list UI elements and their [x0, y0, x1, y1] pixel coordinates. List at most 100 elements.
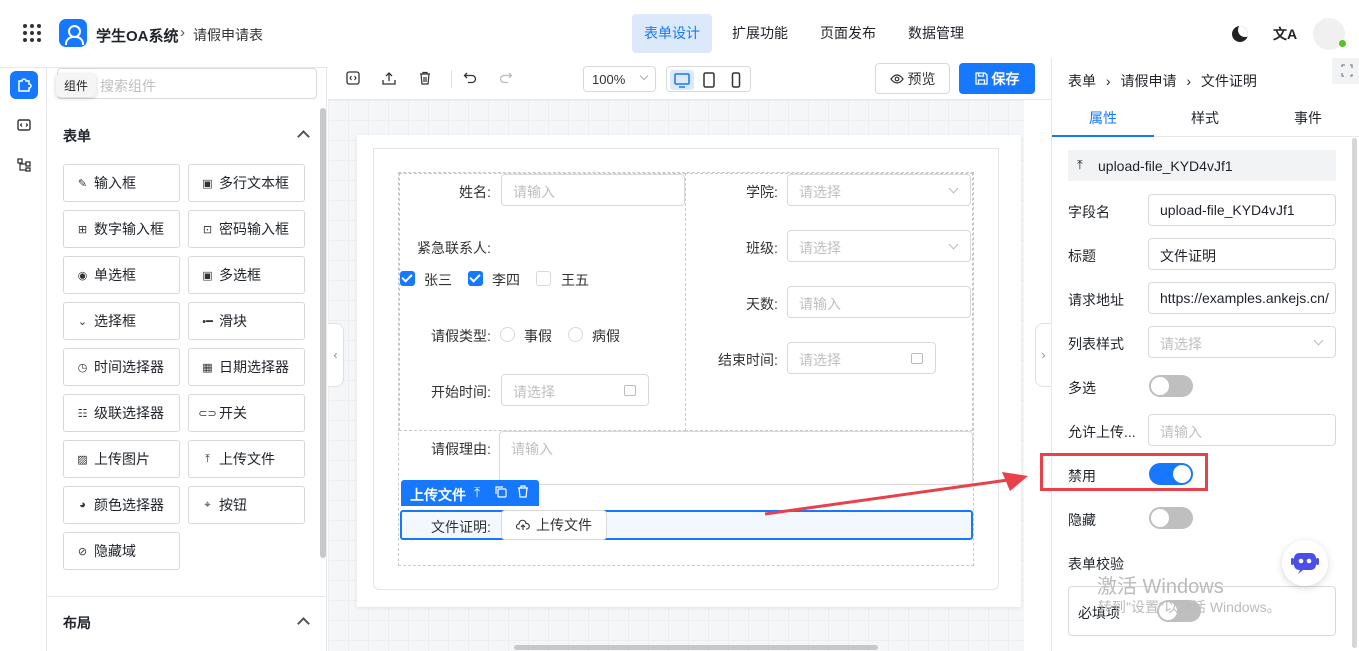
- tab-styles[interactable]: 样式: [1191, 108, 1219, 128]
- component-image-button[interactable]: ▨ 上传图片: [63, 440, 180, 478]
- component-label: 选择框: [94, 313, 136, 329]
- component-slider-button[interactable]: •━ 滑块: [188, 302, 305, 340]
- tab-properties[interactable]: 属性: [1089, 108, 1117, 128]
- dark-mode-icon[interactable]: [1232, 26, 1248, 42]
- component-cascader-button[interactable]: ☷ 级联选择器: [63, 394, 180, 432]
- rail-code-button[interactable]: [10, 111, 38, 139]
- collapse-right-button[interactable]: ›: [1035, 323, 1051, 387]
- title-input[interactable]: 文件证明: [1148, 238, 1336, 270]
- desktop-device-button[interactable]: [670, 70, 694, 90]
- hidden-label: 隐藏: [1068, 512, 1096, 528]
- component-switch-button[interactable]: ⊂⊃ 开关: [188, 394, 305, 432]
- collapse-layout-icon[interactable]: [297, 617, 310, 630]
- undo-icon[interactable]: [462, 70, 478, 86]
- nav-tab-form-design[interactable]: 表单设计: [632, 14, 712, 53]
- section-layout-title[interactable]: 布局: [63, 613, 91, 633]
- reason-label: 请假理由:: [431, 441, 491, 457]
- allow-upload-input[interactable]: 请输入: [1148, 414, 1336, 446]
- college-select[interactable]: 请选择: [787, 174, 971, 206]
- rail-tree-button[interactable]: [10, 151, 38, 179]
- component-palette-button[interactable]: ◕ 颜色选择器: [63, 486, 180, 524]
- delete-icon[interactable]: [517, 485, 529, 501]
- tablet-device-button[interactable]: [697, 70, 721, 90]
- windows-watermark-subtitle: 转到"设置"以激活 Windows。: [1098, 599, 1281, 615]
- leave-type-radio-2[interactable]: [568, 327, 583, 342]
- contact-checkbox-3[interactable]: [536, 271, 551, 286]
- props-breadcrumb-1[interactable]: 表单: [1068, 73, 1096, 89]
- preview-button[interactable]: 预览: [875, 63, 950, 94]
- component-label: 密码输入框: [219, 221, 289, 237]
- online-status-dot: [1339, 40, 1346, 47]
- nav-tab-data[interactable]: 数据管理: [896, 14, 976, 53]
- canvas-toolbar: 100% 预览 保存: [328, 58, 1051, 100]
- contact-checkbox-2[interactable]: [468, 271, 483, 286]
- section-form-title[interactable]: 表单: [63, 126, 91, 146]
- code-view-icon[interactable]: [345, 70, 361, 86]
- breadcrumb-page[interactable]: 请假申请表: [193, 25, 263, 45]
- components-panel: 搜索组件 组件 表单 ✎ 输入框 ▣ 多行文本框 ⊞ 数字输入框 ⊡ 密码输入框 ◉ 单选框 ▣ 多选…: [47, 68, 327, 651]
- props-breadcrumb-3[interactable]: 文件证明: [1201, 73, 1257, 89]
- multi-label: 多选: [1068, 380, 1096, 396]
- name-input[interactable]: 请输入: [501, 174, 685, 206]
- component-label: 多选框: [219, 267, 261, 283]
- rail-components-button[interactable]: [10, 71, 38, 99]
- component-upload-button[interactable]: ⤒ 上传文件: [188, 440, 305, 478]
- days-input[interactable]: 请输入: [787, 286, 971, 318]
- components-scrollbar[interactable]: [320, 108, 326, 558]
- tab-events[interactable]: 事件: [1294, 108, 1322, 128]
- zoom-select[interactable]: 100%: [583, 66, 656, 92]
- collapse-left-button[interactable]: ‹: [328, 323, 344, 387]
- save-button[interactable]: 保存: [959, 63, 1035, 94]
- component-label: 按钮: [219, 497, 247, 513]
- component-select-button[interactable]: ⌄ 选择框: [63, 302, 180, 340]
- component-pencil-button[interactable]: ✎ 输入框: [63, 164, 180, 202]
- component-clock-button[interactable]: ◷ 时间选择器: [63, 348, 180, 386]
- calendar-icon: [624, 385, 636, 396]
- component-calendar-button[interactable]: ▦ 日期选择器: [188, 348, 305, 386]
- export-icon[interactable]: [381, 70, 397, 86]
- tab-active-indicator: [1052, 135, 1154, 137]
- nav-tab-publish[interactable]: 页面发布: [808, 14, 888, 53]
- trash-icon[interactable]: [417, 70, 433, 86]
- component-checkbox-button[interactable]: ▣ 多选框: [188, 256, 305, 294]
- redo-icon[interactable]: [498, 70, 514, 86]
- component-textarea-button[interactable]: ▣ 多行文本框: [188, 164, 305, 202]
- component-search-placeholder: 搜索组件: [100, 78, 156, 94]
- component-button-button[interactable]: ⌖ 按钮: [188, 486, 305, 524]
- list-style-select[interactable]: 请选择: [1148, 326, 1336, 358]
- chevron-right-icon: ›: [1105, 73, 1111, 89]
- app-grid-icon[interactable]: [23, 24, 41, 42]
- upload-icon: ⤒: [205, 452, 210, 465]
- nav-tab-extensions[interactable]: 扩展功能: [720, 14, 800, 53]
- calendar-icon: ▦: [202, 361, 213, 374]
- component-label: 隐藏域: [94, 543, 136, 559]
- component-number-button[interactable]: ⊞ 数字输入框: [63, 210, 180, 248]
- mobile-device-button[interactable]: [724, 70, 748, 90]
- copy-icon[interactable]: [495, 485, 507, 501]
- leave-type-radio-1[interactable]: [500, 327, 515, 342]
- props-scrollbar[interactable]: [1352, 138, 1357, 648]
- component-radio-button[interactable]: ◉ 单选框: [63, 256, 180, 294]
- upload-file-button[interactable]: 上传文件: [501, 510, 607, 540]
- canvas-scrollbar-horizontal[interactable]: [514, 645, 878, 650]
- lock-icon: ⊡: [202, 223, 213, 236]
- fullscreen-button[interactable]: [1332, 58, 1359, 84]
- request-url-input[interactable]: https://examples.ankejs.cn/: [1148, 282, 1336, 314]
- desktop-icon: [674, 73, 690, 88]
- class-select[interactable]: 请选择: [787, 230, 971, 262]
- start-time-picker[interactable]: 请选择: [501, 374, 649, 406]
- move-top-icon[interactable]: ⤒: [474, 484, 480, 501]
- component-label: 开关: [219, 405, 247, 421]
- translate-icon[interactable]: 文A: [1273, 24, 1297, 44]
- end-time-picker[interactable]: 请选择: [787, 342, 936, 374]
- collapse-form-icon[interactable]: [297, 130, 310, 143]
- field-name-input[interactable]: upload-file_KYD4vJf1: [1148, 194, 1336, 226]
- contact-checkbox-1[interactable]: [400, 271, 415, 286]
- component-label: 颜色选择器: [94, 497, 164, 513]
- hidden-switch[interactable]: [1149, 507, 1193, 529]
- assistant-bot-button[interactable]: [1282, 540, 1328, 586]
- component-eye-off-button[interactable]: ⊘ 隐藏域: [63, 532, 180, 570]
- props-breadcrumb-2[interactable]: 请假申请: [1120, 73, 1176, 89]
- multi-switch[interactable]: [1149, 375, 1193, 397]
- component-lock-button[interactable]: ⊡ 密码输入框: [188, 210, 305, 248]
